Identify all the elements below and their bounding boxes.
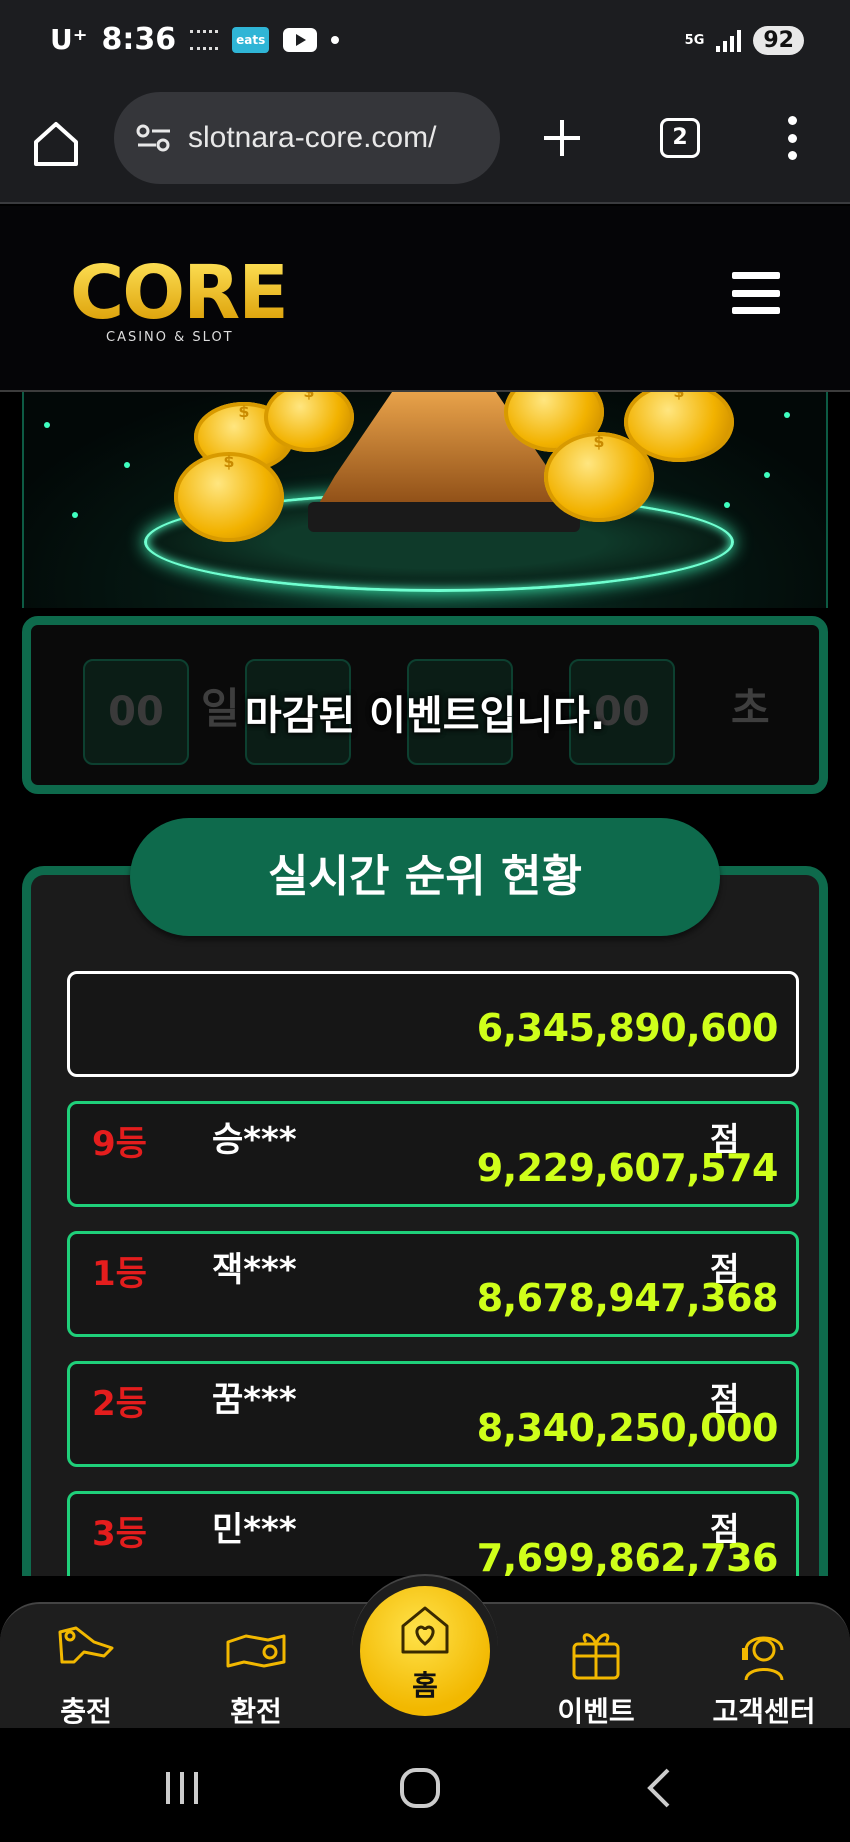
event-closed-message: 마감된 이벤트입니다. — [244, 693, 606, 739]
youtube-icon — [283, 27, 318, 52]
ranking-title: 실시간 순위 현황 — [130, 818, 720, 936]
ranking-row: 2등 꿈*** 8,340,250,000 점 — [67, 1361, 799, 1467]
site-header: CORE CASINO & SLOT — [0, 206, 850, 392]
sparkle-graphic — [44, 422, 50, 428]
rank-place: 1등 — [92, 1254, 147, 1294]
address-bar[interactable]: slotnara-core.com/ — [114, 92, 500, 184]
status-left: U⁺ 8:36 eats — [50, 22, 340, 57]
trophy-base-graphic — [308, 502, 580, 532]
nav-event[interactable]: 이벤트 — [526, 1622, 666, 1730]
ranking-row: 9등 승*** 9,229,607,574 점 — [67, 1101, 799, 1207]
rank-unit: 점 — [710, 1250, 740, 1288]
more-menu-icon[interactable] — [786, 116, 798, 160]
carrier-label: U⁺ — [50, 23, 88, 56]
system-navigation-bar — [0, 1728, 850, 1842]
nav-home-label: 홈 — [412, 1669, 438, 1702]
nav-home[interactable]: 홈 — [360, 1586, 490, 1716]
event-banner-image — [22, 392, 828, 608]
sparkle-graphic — [764, 472, 770, 478]
rank-name: 민*** — [212, 1510, 297, 1550]
back-icon[interactable] — [640, 1766, 680, 1810]
rank-place: 3등 — [92, 1514, 147, 1554]
nav-charge[interactable]: 충전 — [16, 1622, 156, 1730]
eats-app-icon: eats — [232, 26, 270, 53]
rank-name: 승*** — [212, 1120, 297, 1160]
rank-unit: 점 — [710, 1380, 740, 1418]
rank-place: 2등 — [92, 1384, 147, 1424]
logo-subtitle: CASINO & SLOT — [106, 330, 234, 345]
battery-indicator: 92 — [753, 26, 804, 55]
nav-event-label: 이벤트 — [557, 1695, 635, 1728]
ranking-total-score: 6,345,890,600 — [476, 1006, 779, 1050]
sparkle-graphic — [724, 502, 730, 508]
sparkle-graphic — [72, 512, 78, 518]
nav-support-label: 고객센터 — [712, 1695, 816, 1728]
browser-toolbar: slotnara-core.com/ 2 — [0, 88, 850, 204]
hamburger-menu-icon[interactable] — [732, 272, 780, 314]
notification-icon — [190, 29, 219, 50]
more-notifications-dot-icon — [331, 35, 340, 44]
sparkle-graphic — [784, 412, 790, 418]
rank-unit: 점 — [710, 1120, 740, 1158]
clock: 8:36 — [101, 22, 177, 57]
coin-graphic — [174, 452, 284, 542]
new-tab-icon[interactable] — [540, 116, 584, 160]
logo-text: CORE — [70, 256, 290, 330]
rank-name: 꿈*** — [212, 1380, 297, 1420]
rank-name: 잭*** — [212, 1250, 297, 1290]
gift-icon — [572, 1633, 620, 1680]
nav-exchange[interactable]: 환전 — [186, 1622, 326, 1730]
bottom-navigation: 충전 환전 홈 이벤트 고객센터 — [0, 1574, 850, 1728]
core-logo[interactable]: CORE CASINO & SLOT — [70, 256, 290, 346]
ranking-row: 3등 민*** 7,699,862,736 점 — [67, 1491, 799, 1576]
ranking-total-row: 6,345,890,600 — [67, 971, 799, 1077]
rank-unit: 점 — [710, 1510, 740, 1548]
headset-icon — [742, 1636, 784, 1681]
status-bar: U⁺ 8:36 eats 5G 92 — [0, 0, 850, 88]
tab-switcher-button[interactable]: 2 — [660, 118, 700, 158]
signal-icon — [716, 29, 742, 52]
rank-place: 9등 — [92, 1124, 147, 1164]
home-circle-icon[interactable] — [398, 1766, 442, 1810]
url-text: slotnara-core.com/ — [188, 121, 437, 154]
countdown-panel: 00 일 00 초 마감된 이벤트입니다. — [22, 616, 828, 794]
charge-icon — [58, 1626, 114, 1664]
network-5g-icon: 5G — [684, 32, 705, 48]
status-right: 5G 92 — [685, 26, 804, 55]
site-settings-icon[interactable] — [134, 122, 174, 154]
recent-apps-icon[interactable] — [160, 1768, 204, 1808]
nav-support[interactable]: 고객센터 — [694, 1622, 834, 1730]
home-heart-icon — [401, 1606, 449, 1654]
exchange-icon — [226, 1634, 286, 1668]
nav-charge-label: 충전 — [60, 1695, 112, 1728]
ranking-panel: 6,345,890,600 9등 승*** 9,229,607,574 점 1등… — [22, 866, 828, 1576]
home-icon[interactable] — [30, 118, 82, 170]
ranking-row: 1등 잭*** 8,678,947,368 점 — [67, 1231, 799, 1337]
nav-exchange-label: 환전 — [230, 1695, 282, 1728]
sparkle-graphic — [124, 462, 130, 468]
